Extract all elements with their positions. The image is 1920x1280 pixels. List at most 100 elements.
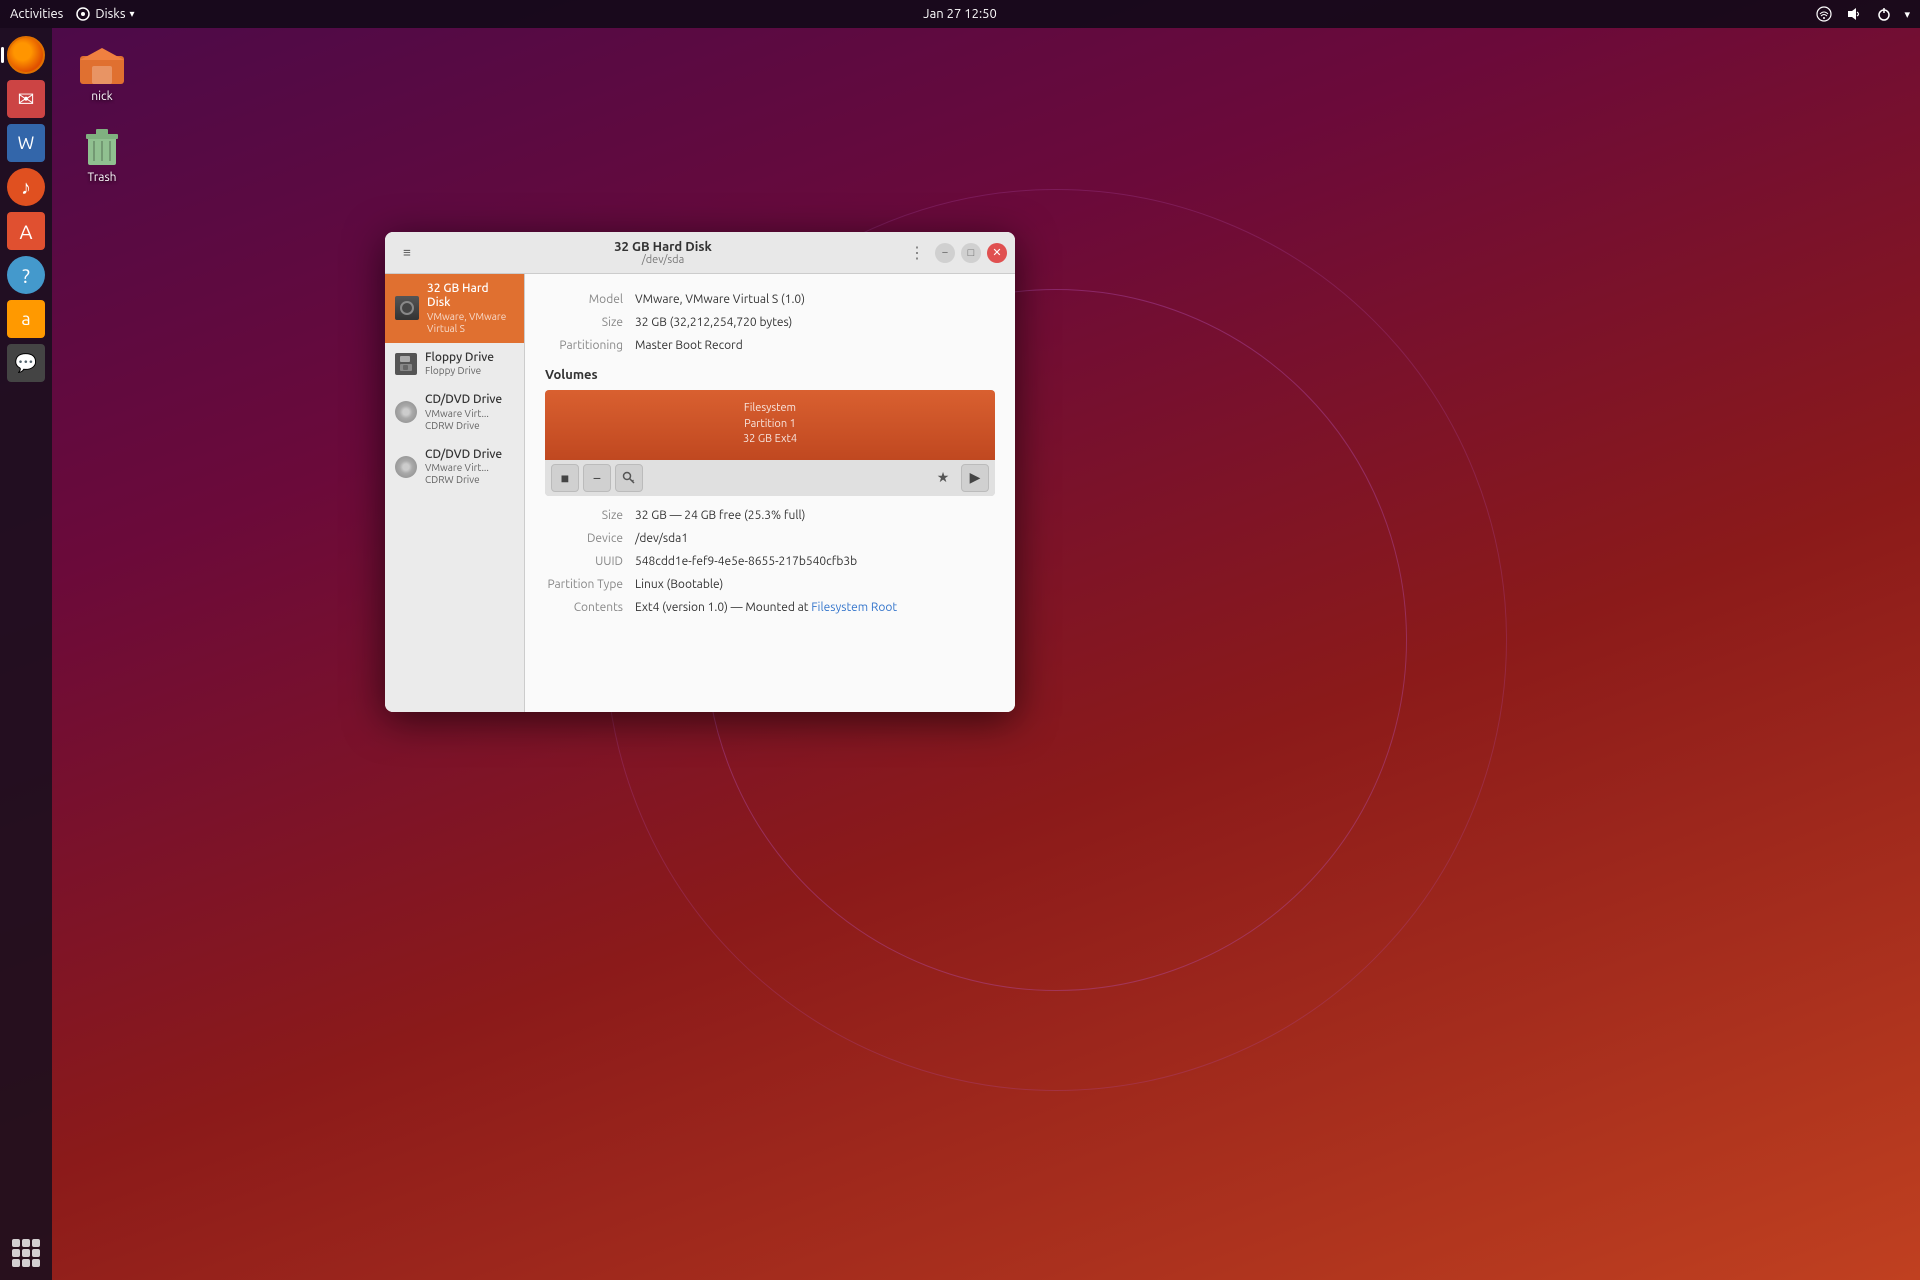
trash-label: Trash bbox=[87, 171, 116, 184]
floppy-icon-svg bbox=[397, 355, 415, 373]
chat-icon: 💬 bbox=[15, 353, 37, 374]
floppy-icon bbox=[395, 353, 417, 375]
window-title: 32 GB Hard Disk bbox=[614, 240, 712, 254]
tray-dropdown-icon[interactable]: ▾ bbox=[1904, 8, 1910, 21]
sidebar-item-harddisk[interactable]: 32 GB Hard Disk VMware, VMware Virtual S bbox=[385, 274, 524, 343]
trash-svg bbox=[78, 121, 126, 169]
cd1-icon bbox=[395, 401, 417, 423]
partition-device-row: Device /dev/sda1 bbox=[545, 529, 995, 548]
partition-uuid-label: UUID bbox=[545, 552, 635, 571]
dock-icon-help[interactable]: ? bbox=[7, 256, 45, 294]
window-close-button[interactable]: ✕ bbox=[987, 243, 1007, 263]
partition-star-button[interactable]: ★ bbox=[929, 464, 957, 492]
apps-grid-icon bbox=[12, 1239, 40, 1267]
partition-type-label: 32 GB Ext4 bbox=[743, 432, 797, 447]
trash-icon bbox=[78, 121, 126, 169]
show-applications-button[interactable] bbox=[7, 1234, 45, 1272]
partition-shrink-button[interactable]: − bbox=[583, 464, 611, 492]
partition-size-row: Size 32 GB — 24 GB free (25.3% full) bbox=[545, 506, 995, 525]
dock-icon-chat[interactable]: 💬 bbox=[7, 344, 45, 382]
desktop-icon-trash[interactable]: Trash bbox=[62, 117, 142, 188]
dock-icon-rhythmbox[interactable]: ♪ bbox=[7, 168, 45, 206]
dock-icon-thunderbird[interactable]: ✉ bbox=[7, 80, 45, 118]
partitioning-row: Partitioning Master Boot Record bbox=[545, 336, 995, 355]
titlebar-left: ≡ bbox=[393, 239, 421, 267]
main-content: Model VMware, VMware Virtual S (1.0) Siz… bbox=[525, 274, 1015, 712]
desktop-icon-home[interactable]: nick bbox=[62, 36, 142, 107]
window-body: 32 GB Hard Disk VMware, VMware Virtual S bbox=[385, 274, 1015, 712]
cd2-name: CD/DVD Drive bbox=[425, 448, 514, 462]
volume-icon-svg bbox=[1846, 6, 1862, 22]
size-label: Size bbox=[545, 313, 635, 332]
partitioning-label: Partitioning bbox=[545, 336, 635, 355]
window-maximize-button[interactable]: □ bbox=[961, 243, 981, 263]
disks-menu-button[interactable]: ≡ bbox=[393, 239, 421, 267]
dock: ✉ W ♪ A ? a 💬 bbox=[0, 28, 52, 1280]
window-titlebar: ≡ 32 GB Hard Disk /dev/sda ⋮ − □ ✕ bbox=[385, 232, 1015, 274]
window-more-button[interactable]: ⋮ bbox=[905, 241, 929, 265]
amazon-icon: a bbox=[21, 309, 30, 329]
sidebar-item-floppy[interactable]: Floppy Drive Floppy Drive bbox=[385, 343, 524, 385]
dock-icon-software[interactable]: A bbox=[7, 212, 45, 250]
app-menu-button[interactable]: Disks ▾ bbox=[75, 6, 134, 22]
activities-button[interactable]: Activities bbox=[10, 7, 63, 21]
sidebar-item-cd1[interactable]: CD/DVD Drive VMware Virt... CDRW Drive bbox=[385, 385, 524, 439]
partition-stop-button[interactable]: ■ bbox=[551, 464, 579, 492]
partition-bar[interactable]: Filesystem Partition 1 32 GB Ext4 bbox=[545, 390, 995, 460]
partition-size-value: 32 GB — 24 GB free (25.3% full) bbox=[635, 506, 805, 525]
partition-settings-button[interactable] bbox=[615, 464, 643, 492]
rhythmbox-icon: ♪ bbox=[21, 175, 31, 200]
partition-play-button[interactable]: ▶ bbox=[961, 464, 989, 492]
dock-icon-amazon[interactable]: a bbox=[7, 300, 45, 338]
topbar: Activities Disks ▾ Jan 27 12:50 bbox=[0, 0, 1920, 28]
size-value: 32 GB (32,212,254,720 bytes) bbox=[635, 313, 792, 332]
power-tray-icon[interactable] bbox=[1874, 4, 1894, 24]
partition-contents-label: Contents bbox=[545, 598, 635, 617]
partition-number-label: Partition 1 bbox=[744, 417, 796, 432]
partition-type-label-field: Partition Type bbox=[545, 575, 635, 594]
partition-filesystem-label: Filesystem bbox=[744, 401, 796, 416]
model-label: Model bbox=[545, 290, 635, 309]
volume-tray-icon[interactable] bbox=[1844, 4, 1864, 24]
cd2-icon bbox=[395, 456, 417, 478]
filesystem-root-link[interactable]: Filesystem Root bbox=[811, 601, 897, 614]
window-controls: ⋮ − □ ✕ bbox=[905, 241, 1007, 265]
sidebar-item-cd2[interactable]: CD/DVD Drive VMware Virt... CDRW Drive bbox=[385, 440, 524, 494]
partition-uuid-value: 548cdd1e-fef9-4e5e-8655-217b540cfb3b bbox=[635, 552, 857, 571]
model-row: Model VMware, VMware Virtual S (1.0) bbox=[545, 290, 995, 309]
power-icon-svg bbox=[1876, 6, 1892, 22]
writer-icon: W bbox=[18, 133, 35, 153]
network-icon-svg bbox=[1816, 6, 1832, 22]
partition-uuid-row: UUID 548cdd1e-fef9-4e5e-8655-217b540cfb3… bbox=[545, 552, 995, 571]
home-folder-label: nick bbox=[91, 90, 112, 103]
partition-actions: ■ − ★ ▶ bbox=[545, 460, 995, 496]
app-name-label: Disks bbox=[95, 7, 125, 21]
home-folder-icon bbox=[78, 40, 126, 88]
cd2-text: CD/DVD Drive VMware Virt... CDRW Drive bbox=[425, 448, 514, 486]
software-icon: A bbox=[20, 220, 33, 243]
model-value: VMware, VMware Virtual S (1.0) bbox=[635, 290, 805, 309]
window-subtitle: /dev/sda bbox=[642, 254, 684, 266]
dock-icon-writer[interactable]: W bbox=[7, 124, 45, 162]
window-title-area: 32 GB Hard Disk /dev/sda bbox=[421, 240, 905, 266]
partition-container: Filesystem Partition 1 32 GB Ext4 ■ − bbox=[545, 390, 995, 496]
network-tray-icon[interactable] bbox=[1814, 4, 1834, 24]
cd1-name: CD/DVD Drive bbox=[425, 393, 514, 407]
cd1-sub: VMware Virt... CDRW Drive bbox=[425, 408, 514, 432]
desktop: Activities Disks ▾ Jan 27 12:50 bbox=[0, 0, 1920, 1280]
partition-contents-value: Ext4 (version 1.0) — Mounted at Filesyst… bbox=[635, 598, 897, 617]
partitioning-value: Master Boot Record bbox=[635, 336, 743, 355]
partition-device-label: Device bbox=[545, 529, 635, 548]
app-menu-dropdown-icon: ▾ bbox=[130, 8, 135, 20]
thunderbird-icon: ✉ bbox=[18, 87, 35, 111]
home-folder-svg bbox=[78, 40, 126, 88]
cd2-sub: VMware Virt... CDRW Drive bbox=[425, 462, 514, 486]
floppy-sub: Floppy Drive bbox=[425, 365, 494, 377]
floppy-name: Floppy Drive bbox=[425, 351, 494, 365]
window-minimize-button[interactable]: − bbox=[935, 243, 955, 263]
firefox-icon-img bbox=[7, 36, 45, 74]
size-row: Size 32 GB (32,212,254,720 bytes) bbox=[545, 313, 995, 332]
datetime-display: Jan 27 12:50 bbox=[923, 7, 997, 21]
harddisk-name: 32 GB Hard Disk bbox=[427, 282, 514, 311]
dock-icon-firefox[interactable] bbox=[7, 36, 45, 74]
